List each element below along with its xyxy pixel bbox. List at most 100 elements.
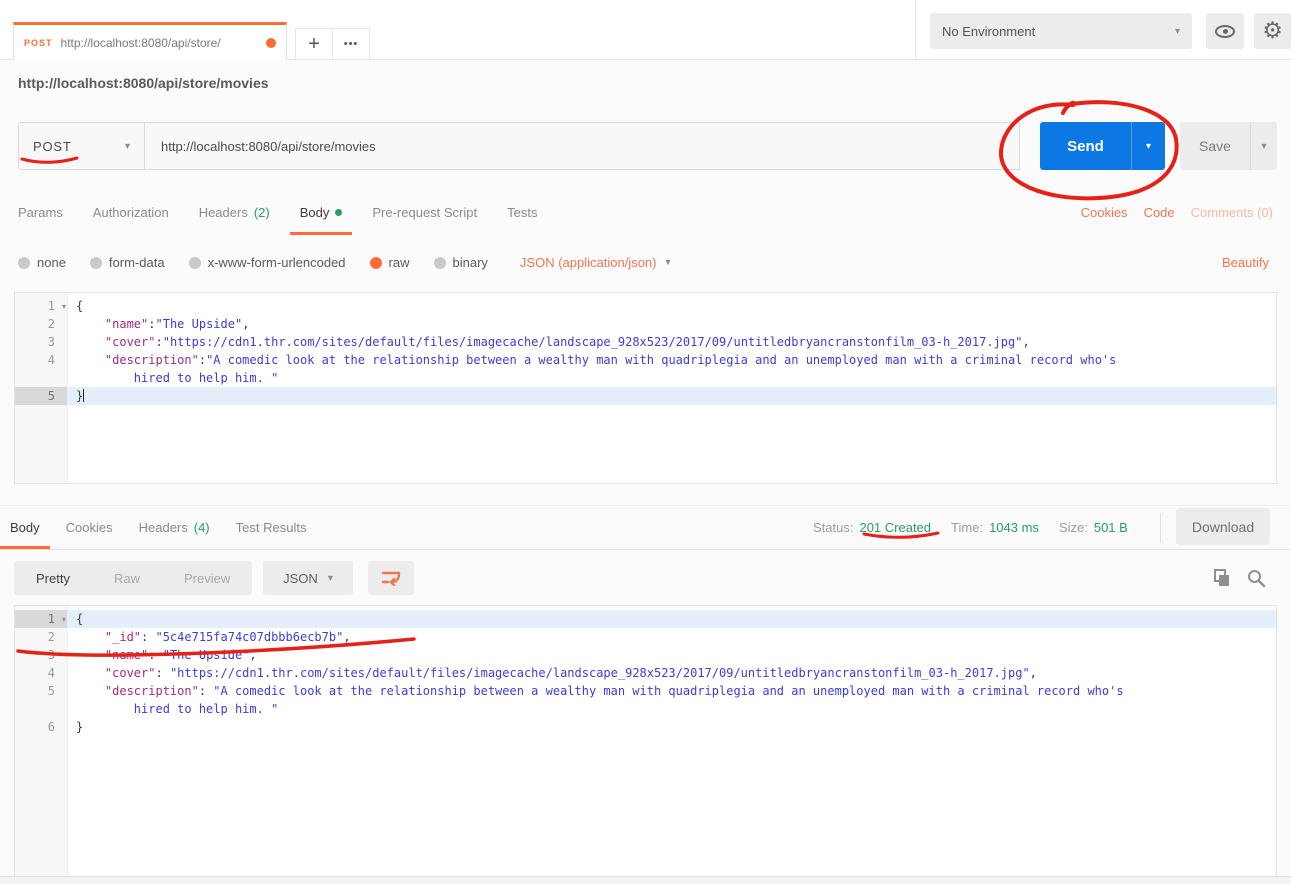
line-number: 3 bbox=[15, 333, 67, 351]
code-text: "cover": "https://cdn1.thr.com/sites/def… bbox=[67, 664, 1276, 682]
fold-arrow-icon[interactable]: ▾ bbox=[62, 298, 66, 316]
code-line: 1▾{ bbox=[15, 297, 1276, 315]
copy-response-button[interactable] bbox=[1210, 566, 1234, 590]
response-tab-cookies[interactable]: Cookies bbox=[66, 506, 113, 549]
body-mode-urlencoded[interactable]: x-www-form-urlencoded bbox=[189, 255, 346, 270]
response-tabs: Body Cookies Headers(4) Test Results bbox=[10, 506, 306, 549]
view-pretty[interactable]: Pretty bbox=[14, 571, 92, 586]
tab-headers[interactable]: Headers(2) bbox=[199, 190, 270, 235]
request-tab[interactable]: POST http://localhost:8080/api/store/ bbox=[13, 22, 287, 60]
body-mode-binary[interactable]: binary bbox=[434, 255, 488, 270]
radio-icon bbox=[18, 257, 30, 269]
code-line: 3 "name": "The Upside", bbox=[15, 646, 1276, 664]
tab-body[interactable]: Body bbox=[300, 190, 343, 235]
tab-tests[interactable]: Tests bbox=[507, 190, 537, 235]
cookies-link[interactable]: Cookies bbox=[1081, 205, 1128, 220]
tab-label: Headers bbox=[139, 520, 188, 535]
response-body-editor[interactable]: 1▾{2 "_id": "5c4e715fa74c07dbbb6ecb7b",3… bbox=[14, 605, 1277, 876]
radio-icon bbox=[434, 257, 446, 269]
code-line: 2 "_id": "5c4e715fa74c07dbbb6ecb7b", bbox=[15, 628, 1276, 646]
line-number: 5 bbox=[15, 387, 67, 405]
tab-params[interactable]: Params bbox=[18, 190, 63, 235]
tab-label: Params bbox=[18, 205, 63, 220]
radio-selected-icon bbox=[370, 257, 382, 269]
tab-label: Body bbox=[300, 205, 330, 220]
mode-label: x-www-form-urlencoded bbox=[208, 255, 346, 270]
code-text: "name":"The Upside", bbox=[67, 315, 1276, 333]
environment-selector[interactable]: No Environment ▾ bbox=[930, 13, 1192, 49]
save-options-button[interactable]: ▾ bbox=[1250, 122, 1277, 170]
save-button[interactable]: Save bbox=[1180, 122, 1250, 170]
response-tab-headers[interactable]: Headers(4) bbox=[139, 506, 210, 549]
response-meta-bar: Body Cookies Headers(4) Test Results Sta… bbox=[0, 505, 1291, 550]
code-text: "name": "The Upside", bbox=[67, 646, 1276, 664]
code-text: "_id": "5c4e715fa74c07dbbb6ecb7b", bbox=[67, 628, 1276, 646]
status-value: 201 Created bbox=[859, 520, 931, 535]
code-text: } bbox=[67, 718, 1276, 736]
send-options-button[interactable]: ▾ bbox=[1131, 122, 1165, 170]
line-number: 2 bbox=[15, 315, 67, 333]
body-mode-raw[interactable]: raw bbox=[370, 255, 410, 270]
tab-label: Tests bbox=[507, 205, 537, 220]
tab-label: Pre-request Script bbox=[372, 205, 477, 220]
tab-pre-request-script[interactable]: Pre-request Script bbox=[372, 190, 477, 235]
tab-label: Authorization bbox=[93, 205, 169, 220]
fold-arrow-icon[interactable]: ▾ bbox=[62, 611, 66, 629]
code-line: 5 "description": "A comedic look at the … bbox=[15, 682, 1276, 700]
gear-icon: ⚙ bbox=[1262, 20, 1283, 43]
response-format-select[interactable]: JSON ▾ bbox=[263, 561, 353, 595]
wrap-lines-button[interactable] bbox=[368, 561, 414, 595]
code-text: { bbox=[67, 297, 1276, 315]
settings-button[interactable]: ⚙ bbox=[1254, 13, 1291, 49]
chevron-down-icon: ▾ bbox=[665, 257, 670, 268]
new-tab-button[interactable]: + bbox=[295, 28, 333, 60]
request-tabs-bar: Params Authorization Headers(2) Body Pre… bbox=[0, 190, 1291, 235]
horizontal-scrollbar[interactable] bbox=[0, 876, 1291, 884]
mode-label: form-data bbox=[109, 255, 165, 270]
response-tab-body[interactable]: Body bbox=[10, 506, 40, 549]
time-label: Time: bbox=[951, 520, 983, 535]
response-view-bar: Pretty Raw Preview JSON ▾ bbox=[0, 550, 1291, 605]
code-line: 1▾{ bbox=[15, 610, 1276, 628]
response-tab-test-results[interactable]: Test Results bbox=[236, 506, 307, 549]
beautify-link[interactable]: Beautify bbox=[1222, 235, 1269, 290]
url-input[interactable]: http://localhost:8080/api/store/movies bbox=[144, 122, 1020, 170]
code-link[interactable]: Code bbox=[1144, 205, 1175, 220]
environment-quicklook-button[interactable] bbox=[1206, 13, 1244, 49]
header-divider bbox=[915, 0, 916, 60]
view-raw[interactable]: Raw bbox=[92, 571, 162, 586]
body-mode-none[interactable]: none bbox=[18, 255, 66, 270]
radio-icon bbox=[189, 257, 201, 269]
chevron-down-icon: ▾ bbox=[1175, 26, 1180, 37]
chevron-down-icon: ▾ bbox=[328, 573, 333, 584]
body-mode-form-data[interactable]: form-data bbox=[90, 255, 165, 270]
code-line: 3 "cover":"https://cdn1.thr.com/sites/de… bbox=[15, 333, 1276, 351]
response-status-group: Status: 201 Created Time: 1043 ms Size: … bbox=[813, 506, 1128, 549]
search-response-button[interactable] bbox=[1244, 566, 1268, 590]
content-type-select[interactable]: JSON (application/json) ▾ bbox=[520, 255, 671, 270]
search-icon bbox=[1246, 568, 1266, 588]
line-number: 4 bbox=[15, 664, 67, 682]
environment-label: No Environment bbox=[942, 24, 1035, 39]
send-button[interactable]: Send ▾ bbox=[1040, 122, 1165, 170]
wrap-lines-icon bbox=[381, 570, 401, 586]
method-select[interactable]: POST ▾ bbox=[18, 122, 145, 170]
download-button[interactable]: Download bbox=[1176, 508, 1270, 545]
tab-authorization[interactable]: Authorization bbox=[93, 190, 169, 235]
body-set-dot-icon bbox=[335, 209, 342, 216]
view-preview[interactable]: Preview bbox=[162, 571, 252, 586]
mode-label: none bbox=[37, 255, 66, 270]
request-title: http://localhost:8080/api/store/movies bbox=[18, 75, 269, 91]
line-number: 3 bbox=[15, 646, 67, 664]
body-mode-bar: none form-data x-www-form-urlencoded raw… bbox=[0, 235, 1291, 290]
comments-link[interactable]: Comments (0) bbox=[1191, 205, 1273, 220]
time-value: 1043 ms bbox=[989, 520, 1039, 535]
line-number: 1▾ bbox=[15, 610, 67, 628]
status-label: Status: bbox=[813, 520, 853, 535]
mode-label: binary bbox=[453, 255, 488, 270]
postman-window: POST http://localhost:8080/api/store/ + … bbox=[0, 0, 1291, 884]
request-body-editor[interactable]: 1▾{2 "name":"The Upside",3 "cover":"http… bbox=[14, 292, 1277, 484]
format-label: JSON bbox=[283, 571, 318, 586]
mode-label: raw bbox=[389, 255, 410, 270]
more-tabs-button[interactable]: ••• bbox=[332, 28, 370, 60]
